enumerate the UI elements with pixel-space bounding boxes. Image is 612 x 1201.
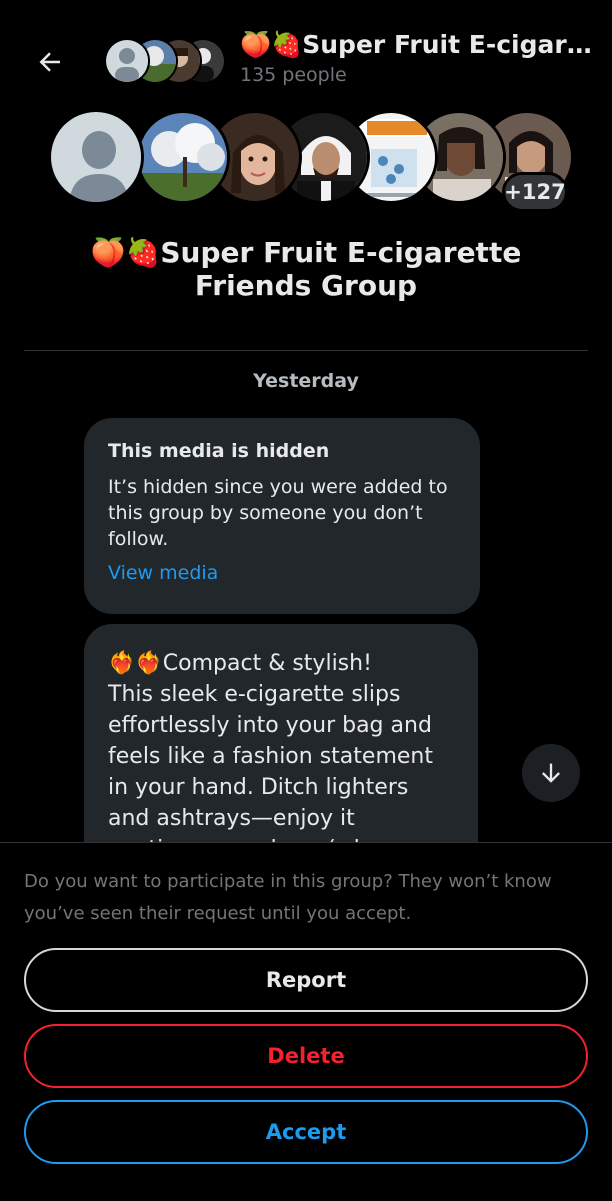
member-avatar [136, 110, 230, 204]
conversation-title[interactable]: 🍑🍓Super Fruit E-cigarette Friends Group [240, 30, 600, 60]
view-media-link[interactable]: View media [108, 562, 456, 584]
report-button[interactable]: Report [24, 948, 588, 1012]
hidden-media-message: This media is hidden It’s hidden since y… [84, 418, 480, 614]
request-prompt: Do you want to participate in this group… [24, 871, 552, 924]
more-members-badge: +127 [502, 172, 568, 212]
date-separator: Yesterday [253, 370, 359, 392]
accept-button[interactable]: Accept [24, 1100, 588, 1164]
member-count: 135 people [240, 64, 347, 86]
member-avatar-default [48, 109, 144, 205]
header-avatar-stack[interactable] [104, 38, 226, 84]
divider [24, 350, 588, 351]
avatar [104, 38, 150, 84]
scroll-to-bottom-button[interactable] [522, 744, 580, 802]
hidden-media-description: It’s hidden since you were added to this… [108, 476, 448, 550]
arrow-down-icon [542, 763, 560, 783]
group-name: 🍑🍓Super Fruit E-cigarette Friends Group [90, 236, 522, 302]
back-button[interactable] [30, 42, 70, 82]
back-arrow-icon [39, 52, 60, 72]
hidden-media-title: This media is hidden [108, 440, 330, 462]
delete-button[interactable]: Delete [24, 1024, 588, 1088]
